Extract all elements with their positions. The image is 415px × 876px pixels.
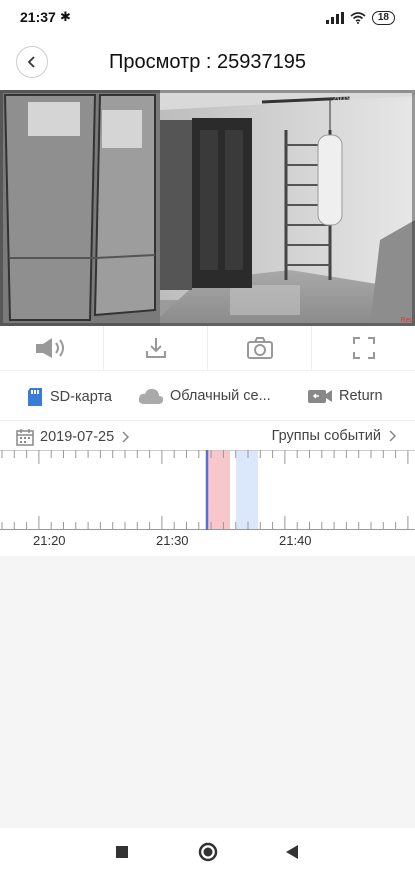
playback-controls bbox=[0, 326, 415, 370]
cloud-label: Облачный се... bbox=[170, 388, 271, 404]
signal-icon bbox=[325, 12, 344, 24]
source-selector: SD-карта Облачный се... Return bbox=[0, 370, 415, 420]
timeline-ruler[interactable] bbox=[0, 450, 415, 530]
status-time: 21:37 bbox=[20, 9, 56, 25]
chevron-right-icon bbox=[122, 431, 130, 443]
wifi-icon bbox=[350, 12, 366, 24]
fullscreen-icon bbox=[352, 337, 375, 359]
video-player[interactable]: 2019-07-25 21:32:57 Rec bbox=[0, 90, 415, 326]
recents-icon[interactable] bbox=[115, 845, 129, 859]
event-block-red[interactable] bbox=[207, 450, 230, 530]
chevron-right-icon bbox=[389, 430, 397, 442]
page-title: Просмотр : 25937195 bbox=[109, 51, 306, 73]
speaker-icon bbox=[35, 338, 64, 358]
camera-icon bbox=[246, 337, 273, 359]
sd-card-icon bbox=[28, 388, 42, 406]
home-icon[interactable] bbox=[198, 842, 218, 862]
date-selector[interactable]: 2019-07-25 bbox=[16, 428, 130, 446]
timeline-label: 21:30 bbox=[156, 533, 189, 548]
fullscreen-button[interactable] bbox=[312, 326, 415, 370]
back-nav-icon[interactable] bbox=[285, 844, 299, 860]
video-corner-mark: Rec bbox=[400, 317, 413, 324]
event-groups-label: Группы событий bbox=[271, 428, 381, 444]
return-icon bbox=[308, 390, 332, 403]
event-block-blue[interactable] bbox=[236, 450, 258, 530]
download-button[interactable] bbox=[104, 326, 208, 370]
bluetooth-icon: ✱ bbox=[60, 9, 71, 24]
status-right: 18 bbox=[325, 10, 395, 26]
status-bar: 21:37 ✱ 18 bbox=[0, 0, 415, 36]
video-frame bbox=[0, 90, 415, 326]
battery-indicator: 18 bbox=[371, 11, 395, 25]
calendar-icon bbox=[16, 429, 34, 446]
timeline-label: 21:20 bbox=[33, 533, 66, 548]
cloud-icon bbox=[138, 388, 164, 404]
video-timestamp: 2019-07-25 21:32:57 bbox=[332, 93, 409, 103]
sd-card-tab[interactable]: SD-карта bbox=[26, 387, 112, 407]
date-label: 2019-07-25 bbox=[40, 429, 115, 445]
date-bar: 2019-07-25 Группы событий bbox=[0, 420, 415, 450]
download-icon bbox=[145, 338, 166, 358]
system-nav-bar bbox=[0, 828, 415, 876]
sd-card-label: SD-карта bbox=[50, 389, 112, 405]
snapshot-button[interactable] bbox=[208, 326, 312, 370]
header: Просмотр : 25937195 bbox=[0, 36, 415, 90]
event-groups-button[interactable]: Группы событий bbox=[272, 428, 397, 444]
event-list-area bbox=[0, 556, 415, 828]
cloud-tab[interactable]: Облачный се... bbox=[138, 387, 271, 405]
return-label: Return bbox=[339, 388, 383, 404]
timeline[interactable]: 21:20 21:30 21:40 bbox=[0, 450, 415, 556]
timeline-label: 21:40 bbox=[279, 533, 312, 548]
return-button[interactable]: Return bbox=[307, 387, 383, 405]
sound-button[interactable] bbox=[0, 326, 104, 370]
